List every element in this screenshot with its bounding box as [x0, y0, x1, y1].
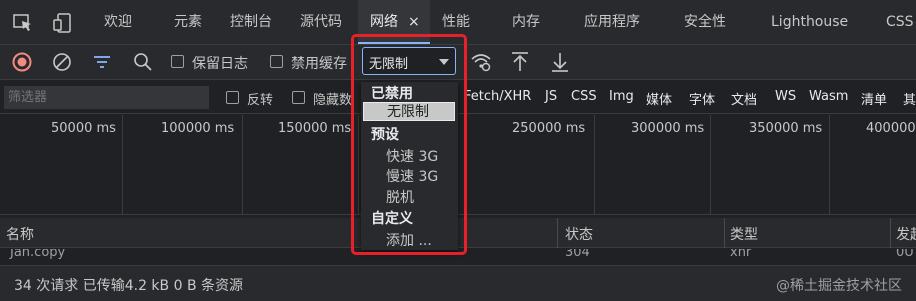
option-fast-3g[interactable]: 快速 3G	[386, 146, 438, 166]
option-slow-3g[interactable]: 慢速 3G	[386, 166, 438, 186]
group-presets-heading: 预设	[371, 127, 399, 143]
timeline-gridline	[122, 115, 123, 215]
tab-sources[interactable]: 源代码	[300, 0, 342, 44]
filter-type-font[interactable]: 字体	[689, 89, 715, 108]
timeline-gridline	[710, 115, 711, 215]
tab-performance[interactable]: 性能	[442, 0, 470, 44]
search-icon[interactable]	[133, 52, 153, 76]
filter-type-media[interactable]: 媒体	[646, 89, 672, 108]
devtools-tab-bar: 欢迎 元素 控制台 源代码 网络 × 性能 内存 应用程序 安全性 Lightho…	[0, 0, 916, 45]
filter-type-fetch-xhr[interactable]: Fetch/XHR	[464, 89, 531, 104]
timeline-tick: 300000 ms	[631, 121, 705, 136]
option-no-throttling[interactable]: 无限制	[363, 102, 455, 121]
preserve-log-label: 保留日志	[192, 56, 248, 72]
timeline-tick: 400000	[866, 121, 916, 136]
throttling-value: 无限制	[369, 57, 409, 72]
timeline-tick: 150000 ms	[278, 121, 352, 136]
tab-console[interactable]: 控制台	[230, 0, 272, 44]
filter-type-css[interactable]: CSS	[571, 89, 597, 104]
timeline-tick: 350000 ms	[749, 121, 823, 136]
preserve-log-checkbox[interactable]	[171, 55, 184, 68]
row-status-cell: 304	[565, 249, 590, 260]
column-divider[interactable]	[890, 218, 891, 248]
network-toolbar: 保留日志 禁用缓存 无限制	[0, 45, 916, 80]
export-har-icon[interactable]	[550, 51, 570, 77]
timeline-tick: 50000 ms	[51, 121, 116, 136]
timeline-tick: 250000 ms	[512, 121, 586, 136]
device-toolbar-icon[interactable]	[52, 12, 74, 34]
group-custom-heading: 自定义	[371, 211, 413, 227]
tab-application[interactable]: 应用程序	[584, 0, 640, 44]
row-name-cell: Jan.copy	[10, 249, 66, 260]
filter-type-img[interactable]: Img	[609, 89, 634, 104]
close-tab-icon[interactable]: ×	[408, 14, 420, 30]
request-table-header: 名称 状态 类型 发起	[0, 218, 916, 248]
filter-type-js[interactable]: JS	[545, 89, 557, 104]
disable-cache-checkbox[interactable]	[270, 55, 283, 68]
group-disabled-heading: 已禁用	[371, 86, 413, 102]
option-add-custom[interactable]: 添加 ...	[386, 230, 432, 250]
invert-label: 反转	[247, 93, 274, 108]
filter-bar: 反转 隐藏数 Fetch/XHR JS CSS Img 媒体 字体 文档 WS …	[0, 81, 916, 114]
throttling-dropdown-menu: 已禁用 无限制 预设 快速 3G 慢速 3G 脱机 自定义 添加 ...	[361, 82, 458, 250]
timeline-overview[interactable]: 50000 ms 100000 ms 150000 ms 250000 ms 3…	[0, 115, 916, 215]
filter-type-ws[interactable]: WS	[775, 89, 796, 104]
tab-welcome[interactable]: 欢迎	[104, 0, 132, 44]
column-header-status[interactable]: 状态	[565, 224, 593, 244]
tab-network[interactable]: 网络 ×	[358, 0, 430, 44]
timeline-gridline	[242, 115, 243, 215]
row-initiator-cell: 0U	[896, 249, 914, 260]
filter-type-other[interactable]: 其	[903, 89, 916, 108]
timeline-gridline	[829, 115, 830, 215]
tab-elements[interactable]: 元素	[174, 0, 202, 44]
column-header-type[interactable]: 类型	[730, 224, 758, 244]
filter-icon[interactable]	[92, 52, 112, 76]
row-type-cell: xhr	[730, 249, 752, 260]
option-offline[interactable]: 脱机	[386, 187, 414, 207]
column-divider[interactable]	[557, 218, 558, 248]
invert-checkbox[interactable]	[226, 91, 239, 104]
tab-lighthouse[interactable]: Lighthouse	[771, 0, 848, 44]
inspect-element-icon[interactable]	[12, 12, 34, 34]
record-stop-icon[interactable]	[12, 52, 32, 76]
chevron-down-icon	[439, 59, 449, 65]
network-conditions-icon[interactable]	[470, 51, 492, 77]
hide-data-urls-checkbox[interactable]	[292, 91, 305, 104]
watermark: @稀土掘金技术社区	[776, 278, 902, 294]
column-header-name[interactable]: 名称	[6, 224, 34, 244]
timeline-gridline	[358, 115, 359, 215]
status-bar: 34 次请求 已传输4.2 kB 0 B 条资源 @稀土掘金技术社区	[0, 265, 916, 301]
tab-memory[interactable]: 内存	[512, 0, 540, 44]
column-divider[interactable]	[724, 218, 725, 248]
import-har-icon[interactable]	[510, 51, 530, 77]
filter-type-wasm[interactable]: Wasm	[809, 89, 848, 104]
timeline-tick: 100000 ms	[161, 121, 235, 136]
clear-icon[interactable]	[52, 52, 72, 76]
table-row[interactable]: Jan.copy 304 xhr 0U	[0, 249, 916, 265]
filter-type-manifest[interactable]: 清单	[861, 89, 887, 108]
disable-cache-label: 禁用缓存	[291, 56, 347, 72]
tab-css[interactable]: CSS	[886, 0, 914, 44]
hide-data-urls-label: 隐藏数	[313, 93, 353, 108]
tab-security[interactable]: 安全性	[684, 0, 726, 44]
request-summary: 34 次请求 已传输4.2 kB 0 B 条资源	[14, 278, 244, 294]
tab-network-label: 网络	[370, 14, 398, 30]
throttling-select[interactable]: 无限制	[362, 47, 456, 75]
column-header-initiator[interactable]: 发起	[896, 224, 916, 244]
timeline-gridline	[594, 115, 595, 215]
filter-type-doc[interactable]: 文档	[731, 89, 757, 108]
filter-input[interactable]	[4, 86, 209, 109]
